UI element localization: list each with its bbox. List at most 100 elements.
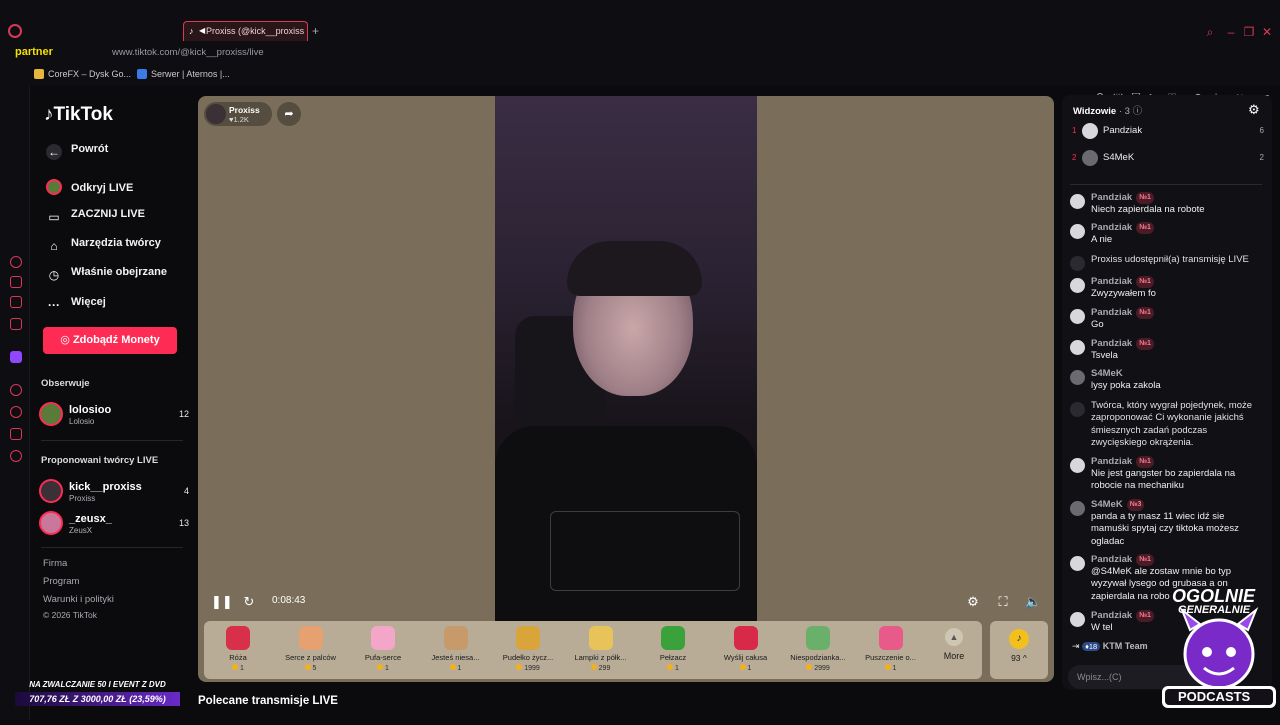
gift-name: Pufa-serce	[364, 653, 402, 662]
minimize-icon[interactable]: –	[1224, 25, 1238, 39]
nav-creator-tools[interactable]: ⌂ Narzędzia twórcy	[46, 237, 161, 254]
top-viewer-2[interactable]: 2 S4MeK 2	[1072, 150, 1264, 166]
footer-terms[interactable]: Warunki i polityki	[43, 594, 114, 605]
new-tab-button[interactable]: +	[312, 24, 319, 38]
inactive-tabs[interactable]	[30, 22, 180, 40]
avatar	[1082, 150, 1098, 166]
gift-item[interactable]: Pełzacz 1	[637, 621, 709, 679]
share-button[interactable]: ➦	[277, 102, 301, 126]
bookmark-1[interactable]: CoreFX – Dysk Go...	[34, 69, 131, 79]
gift-name: Róża	[229, 653, 247, 662]
gift-item[interactable]: Pufa-serce 1	[347, 621, 419, 679]
suggested-user-proxiss[interactable]: kick__proxiss Proxiss 4	[39, 479, 189, 507]
nav-history[interactable]: ◷ Właśnie obejrzane	[46, 266, 167, 283]
get-coins-button[interactable]: ◎ Zdobądź Monety	[43, 327, 177, 354]
aternos-icon	[137, 69, 147, 79]
gift-price: 1	[855, 664, 927, 672]
message-author[interactable]: S4MeK	[1091, 368, 1123, 380]
coin-icon	[590, 664, 597, 670]
shirt-print	[550, 511, 740, 591]
message-author[interactable]: Pandziak №1	[1091, 276, 1154, 289]
more-gifts-button[interactable]: ▲ More	[937, 628, 971, 672]
gift-item[interactable]: Jesteś niesa... 1	[420, 621, 492, 679]
user-sub: Proxiss	[69, 494, 96, 503]
top-viewer-1[interactable]: 1 Pandziak 6	[1072, 123, 1264, 139]
gift-price: 2999	[782, 664, 854, 672]
pause-button[interactable]: ❚❚	[211, 594, 233, 610]
gift-item[interactable]: Wyślij całusa 1	[710, 621, 782, 679]
camera-icon: ▭	[48, 210, 60, 224]
message-author[interactable]: S4MeK №3	[1091, 499, 1145, 512]
share-icon	[1070, 256, 1085, 271]
live-player[interactable]: Proxiss ♥1.2K ➦	[198, 96, 1054, 682]
coin-icon	[884, 664, 891, 670]
user-sub: Lolosio	[69, 417, 95, 426]
message-author[interactable]: Pandziak №1	[1091, 192, 1154, 205]
footer-company[interactable]: Firma	[43, 558, 67, 569]
following-header: Obserwuje	[41, 378, 90, 389]
message-author[interactable]: Pandziak №1	[1091, 222, 1154, 235]
fan-badge: №1	[1136, 610, 1154, 623]
refresh-button[interactable]: ↻	[241, 594, 257, 610]
sidebar-icon-1[interactable]	[10, 256, 22, 268]
gift-icon	[878, 626, 903, 650]
live-video[interactable]	[495, 96, 757, 621]
coin-balance[interactable]: ♪ 93 ^	[990, 621, 1048, 679]
gift-item[interactable]: Serce z palców 5	[275, 621, 347, 679]
user-sub: ZeusX	[69, 526, 93, 535]
gift-item[interactable]: Puszczenie o... 1	[855, 621, 927, 679]
suggested-user-zeusx[interactable]: _zeusx_ ZeusX 13	[39, 511, 189, 539]
viewer-score: 2	[1259, 153, 1264, 162]
fan-badge: №1	[1136, 276, 1154, 289]
clock-icon[interactable]	[10, 406, 22, 418]
viewers-header[interactable]: Widzowie · 3 ⓘ	[1073, 103, 1142, 117]
nav-discover-live[interactable]: Odkryj LIVE	[46, 179, 133, 195]
maximize-icon[interactable]: ❐	[1242, 25, 1256, 39]
message-author[interactable]: Pandziak №1	[1091, 610, 1154, 623]
message-author[interactable]: Pandziak №1	[1091, 456, 1154, 469]
avatar	[1070, 194, 1085, 209]
sidebar-icon-6[interactable]	[10, 384, 22, 396]
volume-icon[interactable]: 🔈	[1025, 594, 1041, 610]
gift-name: Wyślij całusa	[723, 653, 768, 662]
sidebar-icon-4[interactable]	[10, 318, 22, 330]
nav-back[interactable]: ← Powrót	[46, 143, 108, 160]
search-tabs-icon[interactable]: ⌕	[1203, 25, 1217, 39]
gift-item[interactable]: Niespodzianka... 2999	[782, 621, 854, 679]
avatar	[1070, 278, 1085, 293]
settings-icon[interactable]: ⚙	[965, 594, 981, 610]
info-icon[interactable]: ⓘ	[1133, 106, 1143, 117]
audio-icon[interactable]: ◀	[199, 26, 209, 36]
tab-active[interactable]: ♪ ◀ Proxiss (@kick__proxiss	[183, 21, 308, 41]
viewer-score: 6	[1259, 126, 1264, 135]
cap	[567, 241, 702, 296]
nav-more[interactable]: ··· Więcej	[46, 296, 106, 313]
nav-start-live[interactable]: ▭ ZACZNIJ LIVE	[46, 208, 145, 225]
settings-icon[interactable]	[10, 450, 22, 462]
message-author[interactable]: Pandziak №1	[1091, 554, 1154, 567]
bookmark-2[interactable]: Serwer | Aternos |...	[137, 69, 230, 79]
gift-item[interactable]: Pudełko życz... 1999	[492, 621, 564, 679]
twitch-icon[interactable]	[10, 351, 22, 363]
sidebar-icon-3[interactable]	[10, 296, 22, 308]
url-field[interactable]: www.tiktok.com/@kick__proxiss/live	[112, 47, 264, 58]
join-team-row[interactable]: ⇥ ♦18 KTM Team	[1072, 641, 1148, 652]
message-author[interactable]: Pandziak №1	[1091, 307, 1154, 320]
footer-program[interactable]: Program	[43, 576, 79, 587]
sidebar-icon-2[interactable]	[10, 276, 22, 288]
following-user-lolosioo[interactable]: lolosioo Lolosio 12	[39, 402, 189, 430]
gift-item[interactable]: Róża 1	[202, 621, 274, 679]
gift-name: Serce z palców	[285, 653, 336, 662]
gift-name: Jesteś niesa...	[431, 653, 480, 662]
host-info[interactable]: Proxiss ♥1.2K	[204, 102, 272, 126]
viewer-count: 13	[178, 518, 189, 528]
chat-settings-icon[interactable]: ⚙	[1248, 102, 1260, 118]
message-author[interactable]: Pandziak №1	[1091, 338, 1154, 351]
opera-menu-icon[interactable]	[8, 24, 22, 38]
close-icon[interactable]: ✕	[1260, 25, 1274, 39]
sidebar-icon-8[interactable]	[10, 428, 22, 440]
tiktok-logo[interactable]: ♪TikTok	[44, 104, 113, 126]
fullscreen-icon[interactable]: ⛶	[995, 594, 1011, 610]
gift-item[interactable]: Lampki z półk... 299	[565, 621, 637, 679]
logo-line3: PODCASTS	[1178, 689, 1251, 704]
